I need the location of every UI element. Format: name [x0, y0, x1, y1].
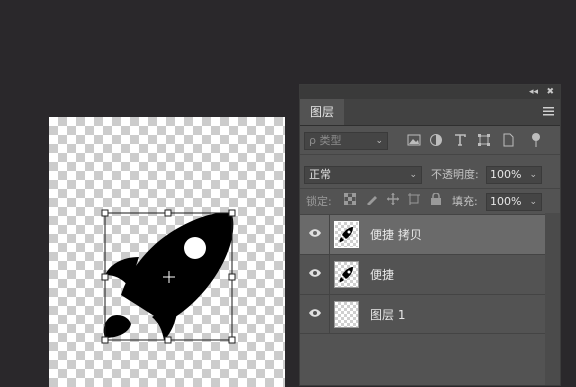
opacity-input[interactable]: 100% ⌄ [486, 166, 542, 184]
opacity-label: 不透明度: [431, 168, 479, 181]
fill-input[interactable]: 100% ⌄ [486, 193, 542, 211]
blend-row: 正常 ⌄ 不透明度: 100% ⌄ [300, 162, 560, 188]
divider [329, 295, 330, 333]
filter-toggle-icon[interactable] [528, 132, 544, 148]
smart-object-filter-icon[interactable] [500, 132, 516, 148]
eye-icon[interactable] [308, 228, 322, 238]
filter-row: ρ 类型 ⌄ [300, 126, 560, 155]
chevron-down-icon: ⌄ [375, 136, 383, 146]
rocket-shape[interactable] [49, 117, 285, 387]
panel-title-bar: ◂◂ ✖ [300, 85, 560, 99]
filter-kind-label: ρ 类型 [309, 134, 342, 147]
lock-artboard-icon[interactable] [408, 193, 420, 205]
close-panel-button[interactable]: ✖ [546, 85, 554, 99]
opacity-value: 100% [490, 168, 522, 181]
layer-thumbnail [334, 221, 359, 248]
lock-all-icon[interactable] [430, 193, 442, 205]
divider [329, 255, 330, 294]
layers-panel: ◂◂ ✖ 图层 ρ 类型 ⌄ 正常 ⌄ 不透明度: 100% ⌄ 锁定: 填充:… [299, 84, 561, 386]
blend-mode-value: 正常 [309, 168, 331, 181]
shape-layer-filter-icon[interactable] [476, 132, 492, 148]
fill-value: 100% [490, 195, 522, 208]
tab-layers[interactable]: 图层 [300, 99, 345, 125]
lock-image-pixels-icon[interactable] [366, 193, 378, 205]
eye-icon[interactable] [308, 268, 322, 278]
type-layer-filter-icon[interactable] [452, 132, 468, 148]
scrollbar[interactable] [545, 213, 560, 385]
lock-row: 锁定: 填充: 100% ⌄ [300, 188, 560, 215]
layer-name[interactable]: 便捷 [370, 255, 394, 295]
divider [329, 215, 330, 254]
collapse-panel-button[interactable]: ◂◂ [529, 85, 538, 99]
filter-kind-select[interactable]: ρ 类型 ⌄ [304, 132, 388, 150]
layer-thumbnail [334, 301, 359, 328]
rocket-icon [339, 227, 353, 242]
layer-thumbnail [334, 261, 359, 288]
lock-transparent-pixels-icon[interactable] [344, 193, 356, 205]
layer-row[interactable]: 便捷 拷贝 [300, 214, 545, 254]
pixel-layer-filter-icon[interactable] [406, 132, 422, 148]
chevron-down-icon: ⌄ [529, 197, 537, 207]
layer-name[interactable]: 图层 1 [370, 295, 405, 335]
layer-row[interactable]: 图层 1 [300, 294, 545, 334]
eye-icon[interactable] [308, 308, 322, 318]
blend-mode-select[interactable]: 正常 ⌄ [304, 166, 422, 184]
panel-tab-bar: 图层 [300, 99, 560, 126]
lock-position-icon[interactable] [387, 193, 399, 205]
fill-label: 填充: [452, 195, 478, 208]
rocket-icon [339, 267, 353, 282]
layer-row[interactable]: 便捷 [300, 254, 545, 294]
chevron-down-icon: ⌄ [409, 170, 417, 180]
lock-label: 锁定: [306, 195, 332, 208]
canvas-document[interactable] [49, 117, 285, 387]
chevron-down-icon: ⌄ [529, 170, 537, 180]
adjustment-layer-filter-icon[interactable] [428, 132, 444, 148]
layer-name[interactable]: 便捷 拷贝 [370, 215, 422, 255]
panel-menu-icon[interactable] [543, 107, 554, 116]
